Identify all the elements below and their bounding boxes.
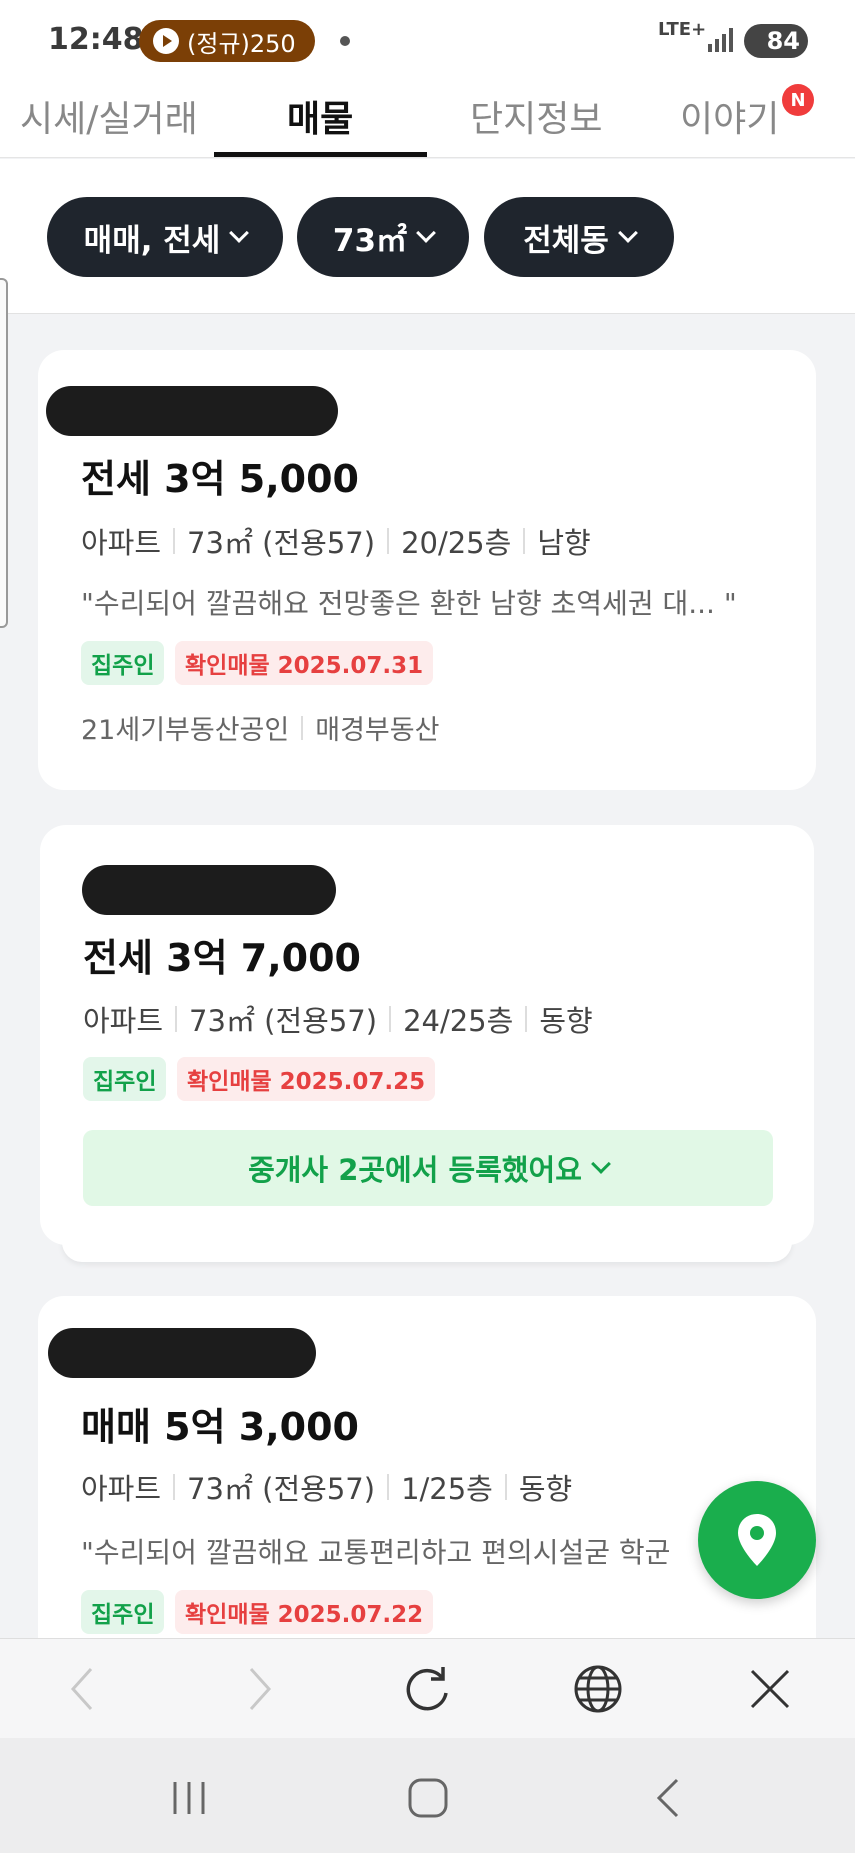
tab-price-history[interactable]: 시세/실거래: [20, 90, 198, 142]
listing-card[interactable]: 전세 3억 5,000 아파트 73㎡ (전용57) 20/25층 남향 "수리…: [38, 350, 816, 790]
listing-meta: 아파트 73㎡ (전용57) 20/25층 남향: [81, 520, 591, 562]
owner-tag: 집주인: [83, 1057, 167, 1101]
tab-bar: 시세/실거래 매물 단지정보 이야기: [0, 78, 855, 158]
filter-area[interactable]: 73㎡: [297, 197, 469, 277]
filter-trade-type[interactable]: 매매, 전세: [47, 197, 283, 277]
notification-dot: [340, 36, 350, 46]
tab-complex-info[interactable]: 단지정보: [470, 90, 602, 142]
listing-description: "수리되어 깔끔해요 교통편리하고 편의시설굳 학군: [81, 1536, 671, 1569]
active-tab-indicator: [214, 152, 427, 157]
listing-area: 73㎡ (전용57): [187, 526, 376, 560]
chevron-down-icon: [591, 1154, 611, 1174]
refresh-icon[interactable]: [395, 1657, 459, 1721]
media-notification-pill[interactable]: (정규)250: [139, 20, 315, 62]
listing-price: 전세 3억 5,000: [81, 457, 359, 501]
listing-card[interactable]: 매매 5억 3,000 아파트 73㎡ (전용57) 1/25층 동향 "수리되…: [38, 1296, 816, 1696]
system-navigation-bar: [0, 1738, 855, 1853]
back-arrow-icon[interactable]: [50, 1657, 114, 1721]
redacted-title: [82, 865, 336, 915]
listing-area: 73㎡ (전용57): [187, 1472, 376, 1506]
play-icon: [153, 28, 179, 54]
chevron-down-icon: [617, 223, 638, 243]
listing-direction: 동향: [518, 1472, 573, 1506]
redacted-title: [46, 386, 338, 436]
listing-floor: 24/25층: [403, 1004, 514, 1038]
home-icon[interactable]: [396, 1768, 460, 1828]
new-badge: N: [782, 84, 814, 116]
tab-stories[interactable]: 이야기: [680, 90, 779, 142]
filter-bar: 매매, 전세 73㎡ 전체동: [0, 159, 855, 314]
listing-area: 73㎡ (전용57): [189, 1004, 378, 1038]
multi-broker-label: 중개사 2곳에서 등록했어요: [248, 1153, 582, 1187]
side-panel-handle[interactable]: [0, 278, 8, 628]
redacted-title: [48, 1328, 316, 1378]
chevron-down-icon: [229, 223, 250, 243]
listing-meta: 아파트 73㎡ (전용57) 1/25층 동향: [81, 1466, 572, 1508]
forward-arrow-icon[interactable]: [228, 1657, 292, 1721]
signal-icon: [708, 28, 734, 52]
agency-name: 21세기부동산공인: [81, 715, 290, 746]
listing-card[interactable]: 전세 3억 7,000 아파트 73㎡ (전용57) 24/25층 동향 집주인…: [40, 825, 814, 1245]
listing-direction: 남향: [537, 526, 591, 560]
listing-meta: 아파트 73㎡ (전용57) 24/25층 동향: [83, 998, 593, 1040]
filter-area-label: 73㎡: [332, 222, 408, 259]
map-location-button[interactable]: [698, 1481, 816, 1599]
listing-price: 매매 5억 3,000: [81, 1405, 359, 1449]
listing-type: 아파트: [81, 526, 162, 560]
filter-trade-type-label: 매매, 전세: [83, 222, 221, 259]
map-pin-icon: [738, 1514, 776, 1566]
chevron-down-icon: [416, 223, 436, 243]
media-pill-label: (정규)250: [187, 29, 296, 58]
multi-broker-button[interactable]: 중개사 2곳에서 등록했어요: [83, 1130, 773, 1206]
listing-price: 전세 3억 7,000: [83, 936, 361, 980]
listing-type: 아파트: [81, 1472, 162, 1506]
listing-floor: 1/25층: [401, 1472, 493, 1506]
filter-building[interactable]: 전체동: [484, 197, 674, 277]
owner-tag: 집주인: [81, 1590, 165, 1634]
filter-building-label: 전체동: [523, 222, 609, 259]
agency-name: 매경부동산: [315, 715, 440, 746]
status-time: 12:48: [48, 22, 144, 57]
owner-tag: 집주인: [81, 641, 165, 685]
listing-description: "수리되어 깔끔해요 전망좋은 환한 남향 초역세권 대... ": [81, 587, 737, 620]
globe-icon[interactable]: [566, 1657, 630, 1721]
battery-indicator: 84: [744, 24, 808, 58]
agency-list: 21세기부동산공인 매경부동산: [81, 708, 439, 747]
recents-icon[interactable]: [157, 1768, 221, 1828]
network-indicator: LTE+: [658, 19, 707, 40]
listing-direction: 동향: [539, 1004, 593, 1038]
listing-type: 아파트: [83, 1004, 164, 1038]
back-icon[interactable]: [636, 1768, 700, 1828]
verified-tag: 확인매물 2025.07.25: [177, 1057, 436, 1101]
battery-level: 84: [766, 27, 800, 55]
verified-tag: 확인매물 2025.07.31: [175, 641, 434, 685]
status-bar: 12:48 (정규)250 LTE+ 84: [0, 0, 855, 78]
tab-listings[interactable]: 매물: [287, 90, 353, 142]
listing-floor: 20/25층: [401, 526, 512, 560]
close-icon[interactable]: [738, 1657, 802, 1721]
browser-toolbar: [0, 1638, 855, 1738]
verified-tag: 확인매물 2025.07.22: [175, 1590, 434, 1634]
